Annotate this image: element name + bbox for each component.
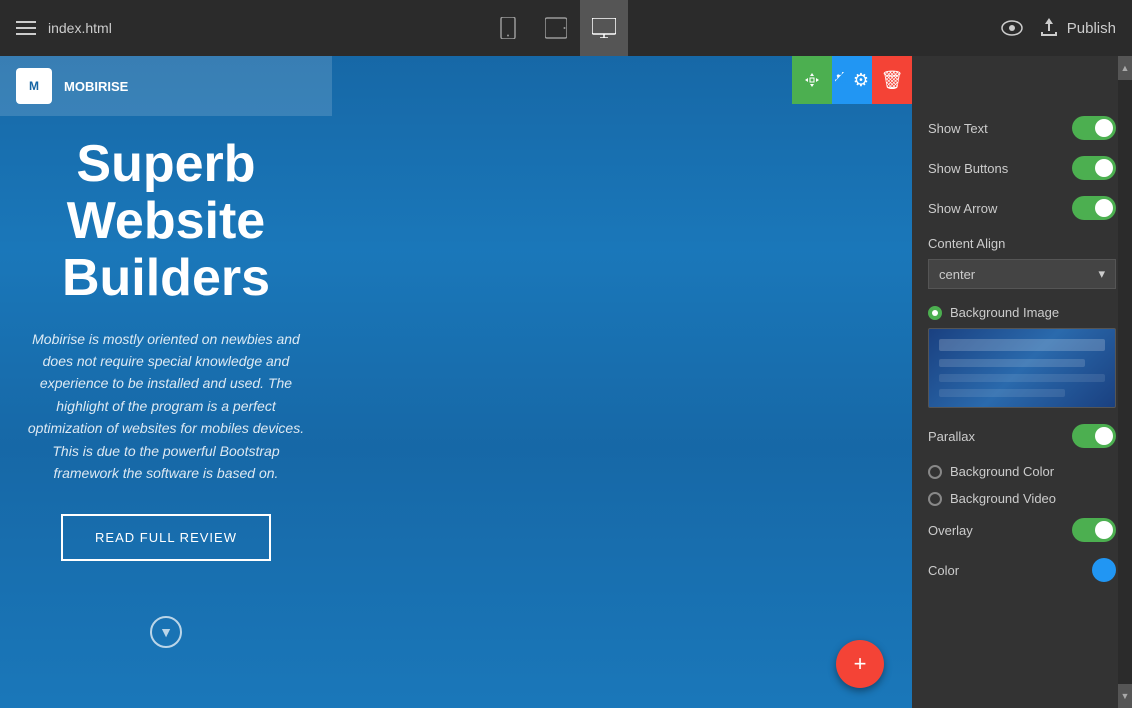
header: index.html — [0, 0, 1132, 56]
menu-icon[interactable] — [16, 21, 36, 35]
preview-logo: M — [16, 68, 52, 104]
preview-nav: M MOBIRISE — [0, 56, 332, 116]
show-arrow-toggle[interactable] — [1072, 196, 1116, 220]
background-image-header: Background Image — [928, 305, 1116, 320]
color-row: Color — [928, 558, 1116, 582]
background-video-label: Background Video — [950, 491, 1056, 506]
hero-subtitle: Mobirise is mostly oriented on newbies a… — [20, 328, 312, 485]
settings-toolbar: ⚙ 🗑 — [792, 56, 912, 104]
show-buttons-label: Show Buttons — [928, 161, 1008, 176]
color-swatch[interactable] — [1092, 558, 1116, 582]
content-align-value: center — [939, 267, 975, 282]
show-text-label: Show Text — [928, 121, 988, 136]
header-left: index.html — [16, 20, 112, 36]
bg-color-radio[interactable] — [928, 465, 942, 479]
show-arrow-row: Show Arrow — [928, 196, 1116, 220]
background-video-row: Background Video — [928, 491, 1116, 506]
thumb-row-2 — [939, 374, 1105, 382]
background-color-row: Background Color — [928, 464, 1116, 479]
parallax-toggle[interactable] — [1072, 424, 1116, 448]
hero-title: Superb Website Builders — [20, 136, 312, 308]
content-align-row: Content Align center ▾ — [928, 236, 1116, 289]
scroll-up-btn[interactable]: ▲ — [1118, 56, 1132, 80]
background-color-label: Background Color — [950, 464, 1054, 479]
publish-label: Publish — [1067, 20, 1116, 37]
delete-component-btn[interactable]: 🗑 — [872, 56, 912, 104]
show-text-row: Show Text — [928, 116, 1116, 140]
device-switcher — [484, 0, 628, 56]
move-btn[interactable] — [792, 56, 832, 104]
preview-btn[interactable] — [1001, 20, 1023, 36]
mobile-device-btn[interactable] — [484, 0, 532, 56]
bg-video-radio[interactable] — [928, 492, 942, 506]
publish-btn[interactable]: Publish — [1039, 18, 1116, 38]
thumb-row-3 — [939, 389, 1065, 397]
preview-brand: MOBIRISE — [64, 79, 128, 94]
bg-image-radio[interactable] — [928, 306, 942, 320]
background-image-thumbnail[interactable] — [928, 328, 1116, 408]
chevron-down-icon: ▾ — [1098, 266, 1105, 282]
content-align-select[interactable]: center ▾ — [928, 259, 1116, 289]
settings-panel: Show Text Show Buttons Show Arrow Conten… — [912, 56, 1132, 708]
overlay-row: Overlay — [928, 518, 1116, 542]
content-align-label: Content Align — [928, 236, 1116, 251]
scrollbar-track: ▲ ▼ — [1118, 56, 1132, 708]
arrow-down-container: ▼ — [0, 616, 332, 648]
show-arrow-label: Show Arrow — [928, 201, 997, 216]
file-title: index.html — [48, 20, 112, 36]
show-text-toggle[interactable] — [1072, 116, 1116, 140]
header-right: Publish — [1001, 18, 1116, 38]
show-buttons-row: Show Buttons — [928, 156, 1116, 180]
scroll-down-icon[interactable]: ▼ — [150, 616, 182, 648]
hero-cta-btn[interactable]: READ FULL REVIEW — [61, 514, 271, 561]
radio-dot-inner — [932, 310, 938, 316]
hero-section: Superb Website Builders Mobirise is most… — [0, 136, 332, 561]
parallax-label: Parallax — [928, 429, 975, 444]
background-image-row: Background Image — [928, 305, 1116, 408]
show-buttons-toggle[interactable] — [1072, 156, 1116, 180]
background-image-label: Background Image — [950, 305, 1059, 320]
scroll-down-btn[interactable]: ▼ — [1118, 684, 1132, 708]
main-area: M MOBIRISE Superb Website Builders Mobir… — [0, 56, 1132, 708]
desktop-device-btn[interactable] — [580, 0, 628, 56]
add-component-fab[interactable]: + — [836, 640, 884, 688]
color-label: Color — [928, 563, 959, 578]
parallax-row: Parallax — [928, 424, 1116, 448]
overlay-toggle[interactable] — [1072, 518, 1116, 542]
tablet-device-btn[interactable] — [532, 0, 580, 56]
overlay-label: Overlay — [928, 523, 973, 538]
settings-content: Show Text Show Buttons Show Arrow Conten… — [912, 104, 1132, 606]
component-settings-btn[interactable]: ⚙ — [832, 56, 872, 104]
